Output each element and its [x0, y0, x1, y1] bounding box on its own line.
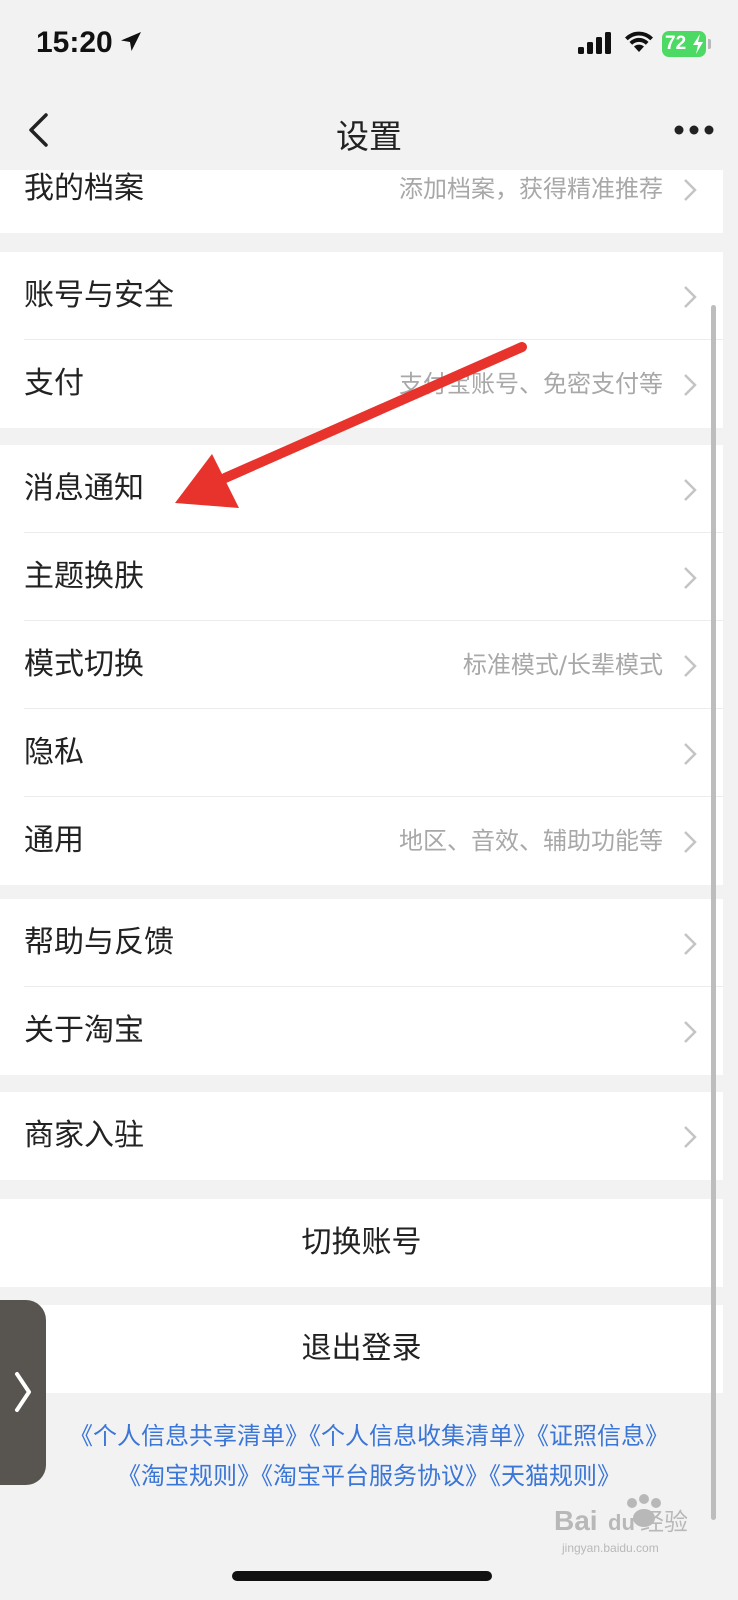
- link-platform-agreement[interactable]: 《淘宝平台服务协议》: [261, 1462, 489, 1490]
- chevron-right-icon: [15, 1372, 31, 1412]
- row-my-profile[interactable]: 我的档案 添加档案，获得精准推荐: [0, 170, 723, 233]
- link-tmall-rules[interactable]: 《天猫规则》: [489, 1462, 621, 1490]
- watermark-sub: jingyan.baidu.com: [561, 1541, 659, 1555]
- chevron-right-icon: [684, 286, 697, 308]
- watermark-brand-2: du: [608, 1510, 635, 1535]
- row-label: 商家入驻: [24, 1118, 144, 1153]
- link-license-info[interactable]: 《证照信息》: [537, 1422, 669, 1450]
- more-dots-icon[interactable]: [674, 124, 714, 136]
- settings-group-help: 帮助与反馈 关于淘宝: [0, 899, 723, 1075]
- row-merchant[interactable]: 商家入驻: [0, 1092, 723, 1180]
- row-about[interactable]: 关于淘宝: [0, 987, 723, 1075]
- chevron-right-icon: [684, 655, 697, 677]
- row-label: 账号与安全: [24, 278, 174, 313]
- scrollbar[interactable]: [711, 305, 716, 1520]
- floating-side-tab[interactable]: [0, 1300, 46, 1485]
- row-privacy[interactable]: 隐私: [0, 709, 723, 797]
- battery-cap: [708, 39, 711, 49]
- chevron-right-icon: [684, 179, 697, 201]
- chevron-right-icon: [684, 374, 697, 396]
- settings-group-account: 账号与安全 支付 支付宝账号、免密支付等: [0, 252, 723, 428]
- logout-group: 退出登录: [0, 1305, 723, 1393]
- watermark-brand: Bai: [554, 1505, 598, 1536]
- settings-group-general: 消息通知 主题换肤 模式切换 标准模式/长辈模式 隐私 通用 地区、音效、辅助功…: [0, 445, 723, 885]
- row-general[interactable]: 通用 地区、音效、辅助功能等: [0, 797, 723, 885]
- row-label: 我的档案: [24, 171, 144, 206]
- row-detail: 标准模式/长辈模式: [462, 651, 663, 679]
- row-label: 通用: [24, 823, 84, 858]
- wifi-icon: [625, 31, 653, 52]
- link-personal-info-sharing[interactable]: 《个人信息共享清单》: [69, 1422, 309, 1450]
- logout-button[interactable]: 退出登录: [0, 1305, 723, 1393]
- row-theme[interactable]: 主题换肤: [0, 533, 723, 621]
- watermark-text: 经验: [640, 1508, 688, 1536]
- settings-group-merchant: 商家入驻: [0, 1092, 723, 1180]
- status-time: 15:20: [36, 26, 113, 59]
- row-detail: 添加档案，获得精准推荐: [399, 175, 663, 203]
- settings-group-profile: 我的档案 添加档案，获得精准推荐: [0, 170, 723, 233]
- row-account-security[interactable]: 账号与安全: [0, 252, 723, 340]
- link-taobao-rules[interactable]: 《淘宝规则》: [117, 1462, 261, 1490]
- signal-icon: [578, 32, 611, 54]
- baidu-jingyan-watermark: Bai du 经验 jingyan.baidu.com: [554, 1494, 688, 1555]
- battery-charging-icon: [693, 34, 703, 54]
- row-label: 支付: [24, 366, 84, 401]
- home-indicator: [232, 1571, 492, 1581]
- chevron-right-icon: [684, 1126, 697, 1148]
- row-label: 关于淘宝: [24, 1013, 144, 1048]
- switch-account-group: 切换账号: [0, 1199, 723, 1287]
- chevron-right-icon: [684, 567, 697, 589]
- location-arrow-icon: [121, 32, 141, 51]
- row-payment[interactable]: 支付 支付宝账号、免密支付等: [0, 340, 723, 428]
- row-label: 模式切换: [24, 647, 144, 682]
- chevron-right-icon: [684, 1021, 697, 1043]
- switch-account-button[interactable]: 切换账号: [0, 1199, 723, 1287]
- row-detail: 支付宝账号、免密支付等: [399, 370, 663, 398]
- legal-links: 《个人信息共享清单》《个人信息收集清单》《证照信息》 《淘宝规则》《淘宝平台服务…: [0, 1416, 738, 1496]
- status-bar: 15:20 72: [0, 0, 738, 90]
- chevron-right-icon: [684, 743, 697, 765]
- chevron-right-icon: [684, 479, 697, 501]
- page-title: 设置: [336, 117, 402, 156]
- row-label: 主题换肤: [24, 559, 144, 594]
- row-notifications[interactable]: 消息通知: [0, 445, 723, 533]
- legal-links-line-1: 《个人信息共享清单》《个人信息收集清单》《证照信息》: [0, 1416, 738, 1456]
- row-label: 消息通知: [24, 471, 144, 506]
- row-label: 帮助与反馈: [24, 925, 174, 960]
- row-help-feedback[interactable]: 帮助与反馈: [0, 899, 723, 987]
- chevron-right-icon: [684, 831, 697, 853]
- battery-indicator: 72: [662, 31, 706, 57]
- row-detail: 地区、音效、辅助功能等: [399, 827, 663, 855]
- link-personal-info-collection[interactable]: 《个人信息收集清单》: [309, 1422, 537, 1450]
- chevron-right-icon: [684, 933, 697, 955]
- nav-bar: 设置: [0, 90, 738, 170]
- battery-level: 72: [665, 33, 687, 54]
- row-label: 隐私: [24, 735, 84, 770]
- row-mode-switch[interactable]: 模式切换 标准模式/长辈模式: [0, 621, 723, 709]
